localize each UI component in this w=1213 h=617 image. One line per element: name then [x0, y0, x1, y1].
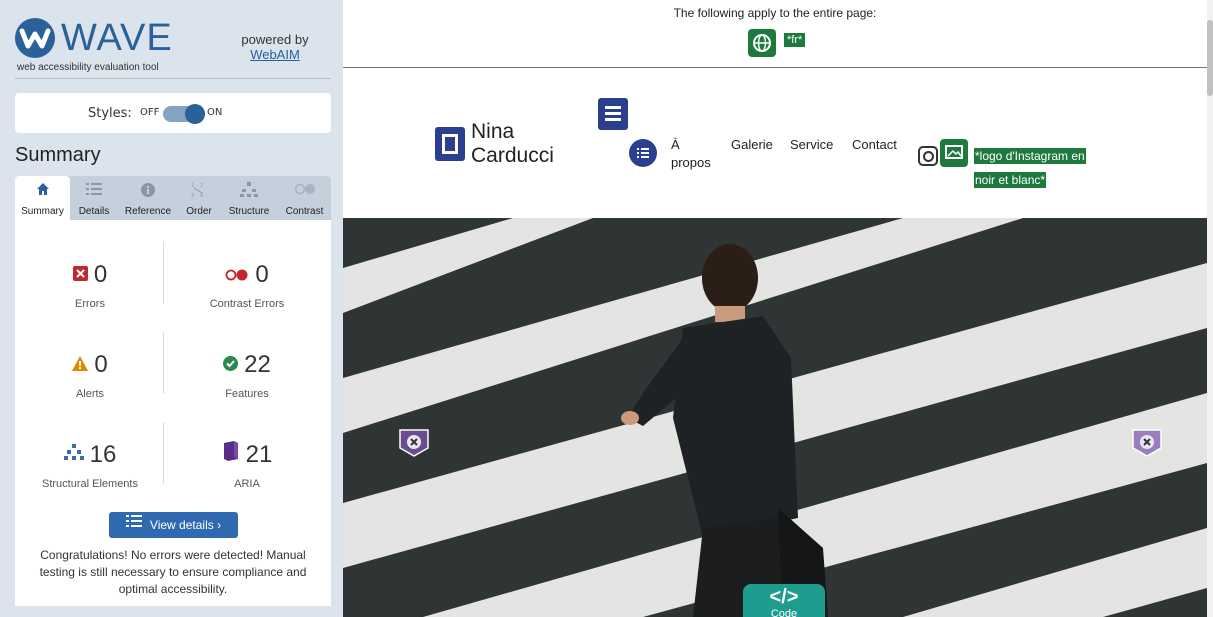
home-icon [15, 176, 70, 204]
page-level-bar: The following apply to the entire page: … [343, 0, 1207, 68]
nav-link-galerie[interactable]: Galerie [731, 136, 773, 154]
contrast-icon [278, 176, 331, 204]
alerts-label: Alerts [75, 387, 105, 400]
tab-label: Summary [21, 206, 64, 217]
features-count: 22 [244, 351, 271, 378]
congrats-message: Congratulations! No errors were detected… [39, 548, 307, 596]
language-label: *fr* [784, 33, 806, 47]
crosswalk-photo [343, 218, 1207, 617]
styles-label: Styles: [88, 106, 132, 121]
powered-by-text: powered by [241, 32, 309, 47]
structural-label: Structural Elements [42, 477, 138, 490]
aria-count: 21 [245, 441, 273, 468]
alt-text-label: *logo d'Instagram en noir et blanc* [974, 144, 1104, 192]
scrollbar[interactable] [1207, 0, 1213, 617]
aria-label: ARIA [234, 477, 260, 490]
info-icon [118, 176, 178, 204]
check-icon [223, 350, 239, 378]
hero-image: </> Code [343, 218, 1207, 617]
tab-summary[interactable]: Summary [15, 176, 70, 220]
tab-contrast[interactable]: Contrast [278, 176, 331, 220]
contrast-errors-stat[interactable]: 0 Contrast Errors [163, 261, 331, 310]
styles-off-label: OFF [140, 107, 160, 118]
alerts-stat[interactable]: 0 Alerts [15, 351, 165, 400]
aria-icon [222, 440, 240, 468]
alert-icon [72, 350, 89, 378]
wave-title: WAVE [61, 17, 173, 59]
features-label: Features [225, 387, 269, 400]
code-toggle-button[interactable]: </> Code [743, 584, 825, 617]
view-details-button[interactable]: View details › [109, 512, 238, 538]
region-icon[interactable] [398, 428, 429, 458]
nav-link-apropos[interactable]: À propos [671, 136, 711, 172]
contrast-error-icon [225, 260, 249, 288]
aria-icon[interactable] [435, 127, 465, 161]
tab-details[interactable]: Details [70, 176, 118, 220]
region-icon[interactable] [1131, 428, 1162, 458]
contrast-errors-label: Contrast Errors [209, 297, 285, 310]
nav-label: À [671, 137, 680, 152]
alerts-count: 0 [94, 351, 108, 378]
tab-reference[interactable]: Reference [118, 176, 178, 220]
structure-icon [63, 440, 84, 468]
alt-text-icon[interactable] [940, 139, 968, 167]
list-icon [125, 511, 142, 537]
tab-label: Order [186, 206, 212, 217]
wave-tabs: Summary Details Reference 12 3 4 Order Str… [15, 176, 331, 220]
tab-label: Structure [228, 206, 270, 217]
structure-icon [220, 176, 278, 204]
language-icon[interactable] [748, 29, 776, 57]
site-name-line: Carducci [471, 144, 554, 167]
styles-toggle[interactable] [163, 104, 205, 124]
error-icon [72, 260, 88, 288]
list-icon [70, 176, 118, 204]
aria-stat[interactable]: 21 ARIA [163, 440, 331, 490]
instagram-icon[interactable] [918, 146, 938, 166]
styles-on-label: ON [207, 107, 223, 118]
site-header: Nina Carducci À propos Galerie Service C… [343, 68, 1207, 218]
wave-tagline: web accessibility evaluation tool [17, 62, 159, 73]
tab-order[interactable]: 12 3 4 Order [178, 176, 220, 220]
code-label: Code [770, 608, 798, 617]
structural-stat[interactable]: 16 Structural Elements [15, 441, 165, 490]
tab-label: Reference [124, 206, 172, 217]
contrast-errors-count: 0 [255, 261, 269, 288]
view-details-label: View details › [149, 518, 222, 532]
page-level-text: The following apply to the entire page: [673, 6, 877, 20]
order-icon: 12 3 4 [178, 176, 220, 204]
svg-text:2: 2 [200, 183, 203, 189]
styles-toggle-box: Styles: OFF ON [15, 93, 331, 133]
webaim-link[interactable]: WebAIM [235, 47, 315, 62]
tab-structure[interactable]: Structure [220, 176, 278, 220]
summary-panel: 0 Errors 0 Contrast Errors 0 Alerts 22 F… [15, 220, 331, 606]
code-icon: </> [769, 586, 799, 608]
summary-heading: Summary [15, 144, 101, 166]
scrollbar-thumb[interactable] [1207, 20, 1213, 96]
structural-count: 16 [89, 441, 117, 468]
alt-text-line: *logo d'Instagram en [974, 148, 1086, 164]
toggle-knob [185, 104, 205, 124]
errors-count: 0 [93, 261, 108, 288]
nav-link-contact[interactable]: Contact [852, 136, 897, 154]
wave-logo-icon [15, 18, 55, 58]
errors-label: Errors [75, 297, 105, 310]
tab-label: Details [78, 206, 110, 217]
svg-text:1: 1 [191, 183, 194, 189]
svg-text:3: 3 [191, 193, 194, 198]
features-stat[interactable]: 22 Features [163, 351, 331, 400]
powered-by: powered by WebAIM [235, 32, 315, 62]
nav-label: propos [671, 155, 711, 170]
svg-text:4: 4 [200, 193, 203, 198]
page-preview: The following apply to the entire page: … [343, 0, 1213, 617]
tab-label: Contrast [285, 206, 324, 217]
list-icon[interactable] [629, 139, 657, 167]
nav-link-service[interactable]: Service [790, 136, 833, 154]
aria-icon[interactable] [598, 98, 628, 130]
wave-branding: WAVE web accessibility evaluation tool p… [15, 16, 331, 79]
wave-sidebar: WAVE web accessibility evaluation tool p… [0, 0, 343, 617]
alt-text-line: noir et blanc* [974, 172, 1047, 188]
site-name-line: Nina [471, 120, 515, 143]
site-name[interactable]: Nina Carducci [471, 120, 554, 168]
errors-stat[interactable]: 0 Errors [15, 261, 165, 310]
